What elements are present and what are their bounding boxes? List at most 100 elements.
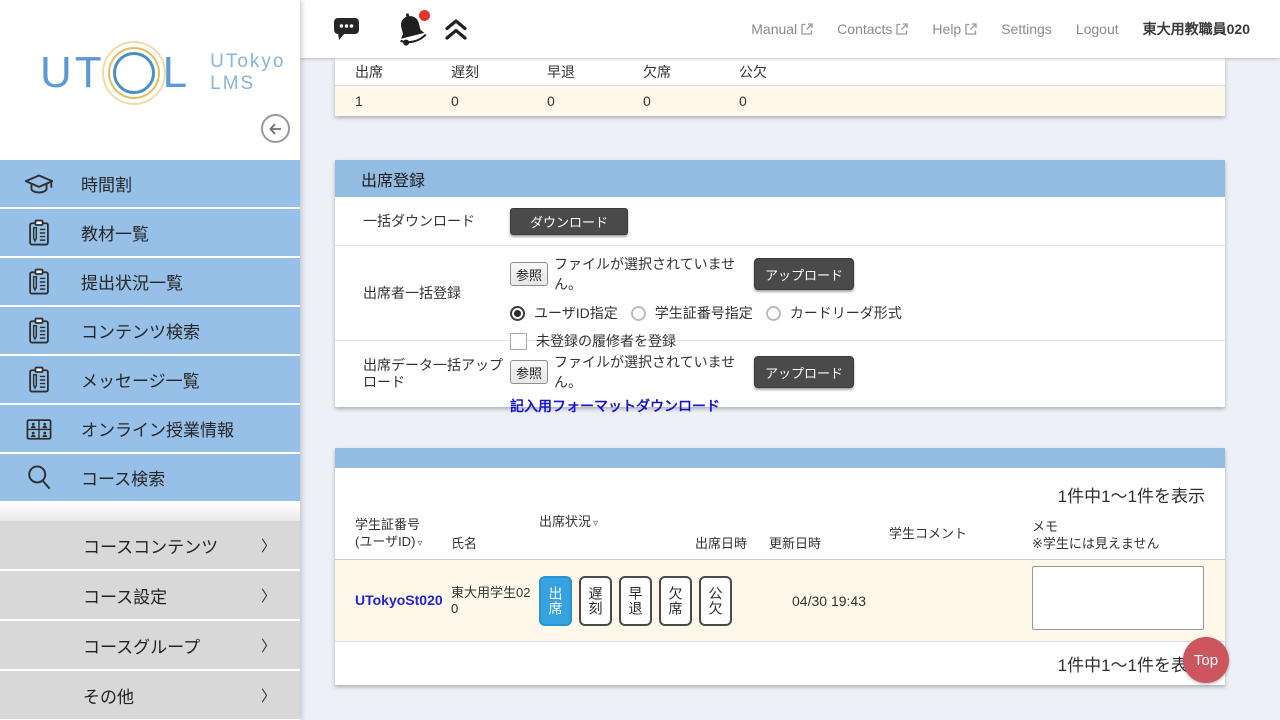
sidebar-item-content-search[interactable]: コンテンツ検索	[0, 307, 300, 354]
browse-button[interactable]: 参照	[510, 262, 548, 286]
sort-arrow-icon: ▿	[593, 518, 598, 529]
column-name: 氏名	[451, 535, 539, 552]
logout-link[interactable]: Logout	[1076, 21, 1119, 37]
sidebar-item-label: オンライン授業情報	[81, 416, 234, 441]
sidebar-item-others[interactable]: その他 〉	[0, 671, 300, 719]
upload-button[interactable]: アップロード	[754, 258, 854, 290]
manual-link[interactable]: Manual	[751, 21, 813, 37]
chevron-right-icon: 〉	[261, 535, 276, 556]
summary-value-excused: 0	[739, 93, 835, 109]
notification-badge-dot	[419, 10, 430, 21]
logo-area: UT L UTokyo LMS	[0, 0, 300, 160]
main-area: Manual Contacts Help Settings	[300, 0, 1280, 720]
result-count-text: 1件中1〜1件を表示	[355, 482, 1205, 507]
sidebar-item-label: コース検索	[81, 465, 165, 490]
external-link-icon	[801, 23, 813, 35]
data-upload-row: 出席データ一括アップロード 参照 ファイルが選択されていません。 アップロード …	[335, 341, 1225, 407]
back-arrow-icon	[267, 120, 285, 138]
clipboard-pen-icon	[20, 312, 58, 350]
clipboard-pen-icon	[20, 214, 58, 252]
sidebar-item-label: コースグループ	[83, 633, 200, 658]
format-download-link[interactable]: 記入用フォーマットダウンロード	[510, 396, 720, 416]
bulk-register-label: 出席者一括登録	[335, 246, 510, 340]
update-time-cell: 04/30 19:43	[769, 593, 889, 609]
status-button-late[interactable]: 遅刻	[579, 576, 612, 626]
radio-selected-icon	[510, 306, 525, 321]
clipboard-pen-icon	[20, 263, 58, 301]
student-id-link[interactable]: UTokyoSt020	[355, 592, 443, 608]
sidebar-item-materials[interactable]: 教材一覧	[0, 209, 300, 256]
bulk-download-label: 一括ダウンロード	[335, 197, 510, 245]
summary-col-left-early: 早退	[547, 62, 643, 82]
messages-button[interactable]	[333, 17, 360, 45]
current-user-name: 東大用教職員020	[1143, 19, 1250, 39]
no-file-text: ファイルが選択されていません。	[554, 254, 746, 294]
sidebar-item-course-contents[interactable]: コースコンテンツ 〉	[0, 521, 300, 569]
radio-student-number[interactable]: 学生証番号指定	[631, 303, 753, 323]
sidebar: UT L UTokyo LMS 時間割	[0, 0, 300, 720]
summary-col-absent: 欠席	[643, 62, 739, 82]
content-area: 出席 遅刻 早退 欠席 公欠 1 0 0 0 0 出席登録 一括ダウンロード	[300, 58, 1280, 720]
contacts-link[interactable]: Contacts	[837, 21, 908, 37]
sidebar-item-course-settings[interactable]: コース設定 〉	[0, 571, 300, 619]
chevron-right-icon: 〉	[261, 585, 276, 606]
column-student-id[interactable]: 学生証番号 (ユーザID)▿	[355, 516, 451, 552]
top-links: Manual Contacts Help Settings	[751, 0, 1280, 58]
settings-link[interactable]: Settings	[1001, 21, 1052, 37]
notifications-button[interactable]	[394, 10, 428, 51]
sidebar-item-label: コンテンツ検索	[81, 318, 200, 343]
scroll-to-top-button[interactable]: Top	[1183, 637, 1229, 683]
help-link[interactable]: Help	[932, 21, 977, 37]
column-attendance-status[interactable]: 出席状況▿	[539, 513, 695, 532]
column-student-comment: 学生コメント	[889, 525, 1032, 542]
bulk-register-row: 出席者一括登録 参照 ファイルが選択されていません。 アップロード ユーザID指…	[335, 246, 1225, 341]
search-icon	[20, 459, 58, 497]
external-link-icon	[965, 23, 977, 35]
radio-user-id[interactable]: ユーザID指定	[510, 303, 618, 323]
external-link-icon	[896, 23, 908, 35]
sidebar-item-course-group[interactable]: コースグループ 〉	[0, 621, 300, 669]
sidebar-item-label: その他	[83, 683, 134, 708]
status-button-present[interactable]: 出席	[539, 576, 572, 626]
sidebar-item-label: コースコンテンツ	[83, 533, 218, 558]
download-button[interactable]: ダウンロード	[510, 208, 628, 235]
summary-value-present: 1	[355, 93, 451, 109]
clipboard-pen-icon	[20, 361, 58, 399]
browse-button[interactable]: 参照	[510, 360, 548, 384]
sidebar-course-menu: コースコンテンツ 〉 コース設定 〉 コースグループ 〉 その他 〉	[0, 521, 300, 719]
status-button-absent[interactable]: 欠席	[659, 576, 692, 626]
column-update-time: 更新日時	[769, 535, 889, 552]
top-bar: Manual Contacts Help Settings	[300, 0, 1280, 58]
online-class-grid-icon	[20, 410, 58, 448]
memo-textarea[interactable]	[1032, 566, 1204, 630]
upload-button[interactable]: アップロード	[754, 356, 854, 388]
sort-arrow-icon: ▿	[417, 538, 422, 549]
sidebar-item-label: コース設定	[83, 583, 167, 608]
summary-col-excused: 公欠	[739, 62, 835, 82]
sidebar-item-submission-status[interactable]: 提出状況一覧	[0, 258, 300, 305]
logo-o-rings-icon	[113, 52, 155, 94]
collapse-header-button[interactable]	[444, 18, 468, 45]
status-button-excused[interactable]: 公欠	[699, 576, 732, 626]
status-button-left-early[interactable]: 早退	[619, 576, 652, 626]
students-table-header-band	[335, 448, 1225, 468]
sidebar-item-label: 教材一覧	[81, 220, 149, 245]
radio-unselected-icon	[631, 306, 646, 321]
summary-value-left-early: 0	[547, 93, 643, 109]
sidebar-item-label: メッセージ一覧	[81, 367, 200, 392]
column-attend-time: 出席日時	[695, 535, 769, 552]
sidebar-collapse-button[interactable]	[261, 114, 290, 143]
status-button-group: 出席 遅刻 早退 欠席 公欠	[539, 576, 695, 626]
sidebar-section-divider	[0, 503, 300, 521]
sidebar-item-timetable[interactable]: 時間割	[0, 160, 300, 207]
sidebar-item-messages[interactable]: メッセージ一覧	[0, 356, 300, 403]
student-row: UTokyoSt020 東大用学生020 出席 遅刻 早退 欠席 公欠 04/3…	[335, 560, 1225, 642]
sidebar-item-course-search[interactable]: コース検索	[0, 454, 300, 501]
students-table: 1件中1〜1件を表示 学生証番号 (ユーザID)▿ 氏名 出席状況▿ 出席日時 …	[335, 448, 1225, 685]
double-chevron-up-icon	[444, 18, 468, 42]
file-select-line: 参照 ファイルが選択されていません。 アップロード	[510, 352, 1225, 392]
attendance-register-panel: 出席登録 一括ダウンロード ダウンロード 出席者一括登録 参照 ファイルが選択さ…	[335, 160, 1225, 407]
summary-header-row: 出席 遅刻 早退 欠席 公欠	[335, 58, 1225, 86]
radio-card-reader[interactable]: カードリーダ形式	[766, 303, 902, 323]
sidebar-item-online-class-info[interactable]: オンライン授業情報	[0, 405, 300, 452]
